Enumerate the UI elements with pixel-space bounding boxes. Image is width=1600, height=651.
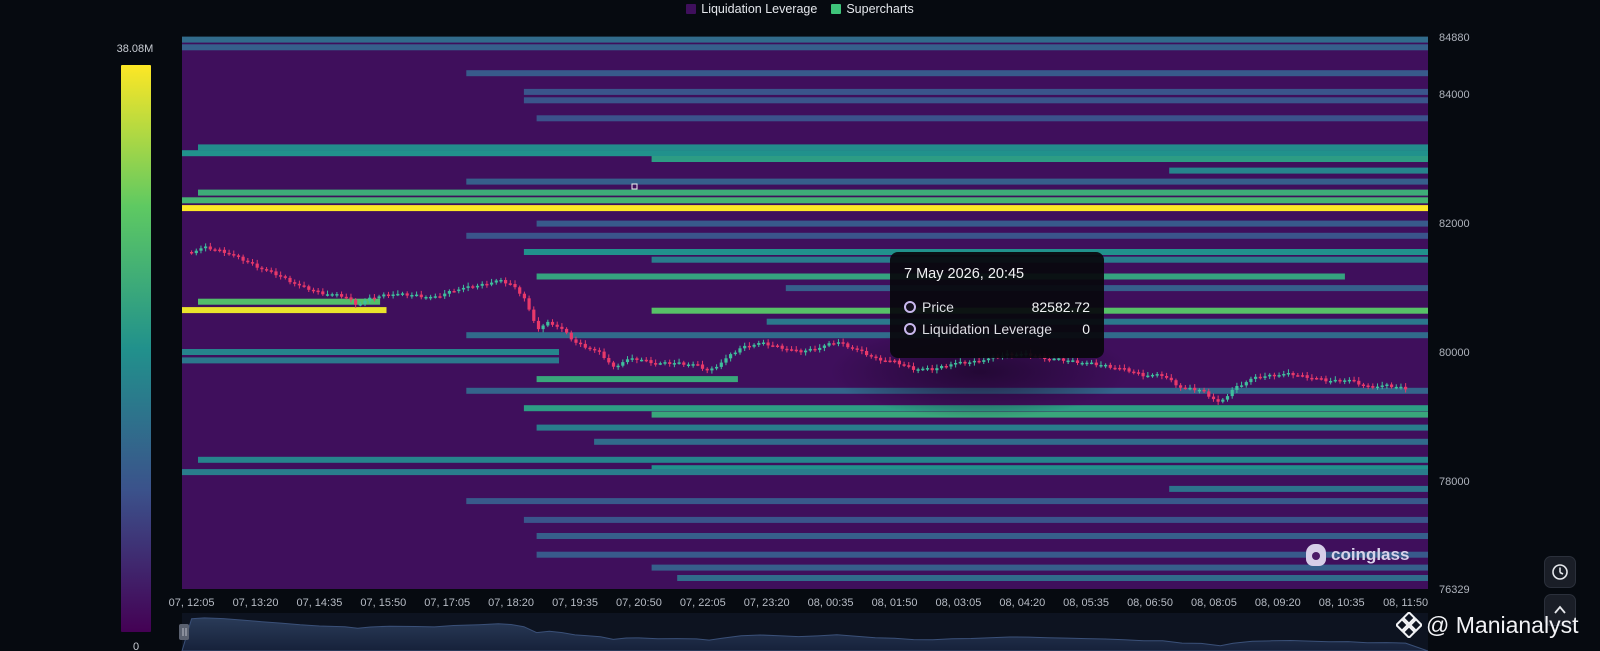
clock-reset-icon: [1552, 564, 1568, 580]
x-tick-label: 08, 09:20: [1255, 597, 1301, 609]
leverage-dot-icon: [904, 323, 916, 335]
x-tick-label: 07, 18:20: [488, 597, 534, 609]
heatmap-band: [182, 44, 1428, 51]
heatmap-band: [198, 456, 1428, 463]
x-tick-label: 07, 15:50: [360, 597, 406, 609]
x-tick-label: 08, 08:05: [1191, 597, 1237, 609]
price-dot-icon: [904, 301, 916, 313]
tooltip-price-label: Price: [922, 299, 954, 315]
y-tick-label: 78000: [1439, 476, 1470, 488]
tooltip-row-leverage: Liquidation Leverage 0: [904, 318, 1090, 340]
heatmap-band: [536, 424, 1428, 431]
x-tick-label: 08, 05:35: [1063, 597, 1109, 609]
binance-logo-icon: [1396, 612, 1422, 638]
tooltip-row-price: Price 82582.72: [904, 296, 1090, 318]
y-tick-label: 84000: [1439, 89, 1470, 101]
x-tick-label: 08, 04:20: [999, 597, 1045, 609]
heatmap-band: [182, 357, 559, 364]
heatmap-band: [182, 307, 387, 314]
watermark: @ Manianalyst: [1396, 610, 1578, 640]
heatmap-band: [785, 285, 1428, 292]
tooltip-leverage-value: 0: [1082, 321, 1090, 337]
x-tick-label: 07, 23:20: [744, 597, 790, 609]
x-tick-label: 08, 00:35: [808, 597, 854, 609]
tooltip-time: 7 May 2026, 20:45: [904, 266, 1025, 282]
heatmap-band: [198, 189, 1428, 196]
heatmap-band: [536, 115, 1428, 122]
heatmap-band: [536, 533, 1428, 539]
x-tick-label: 07, 20:50: [616, 597, 662, 609]
heatmap-band: [182, 469, 1428, 476]
reset-button[interactable]: [1544, 556, 1576, 588]
x-tick-label: 07, 13:20: [233, 597, 279, 609]
x-tick-label: 08, 01:50: [872, 597, 918, 609]
x-tick-label: 07, 14:35: [296, 597, 342, 609]
y-axis: 84880 84000 82000 80000 78000 76329: [1439, 32, 1470, 596]
heatmap-band: [523, 88, 1428, 95]
heatmap-band: [182, 205, 1428, 212]
x-tick-label: 08, 10:35: [1319, 597, 1365, 609]
colorbar: [121, 65, 151, 632]
x-tick-label: 07, 17:05: [424, 597, 470, 609]
heatmap-band: [466, 498, 1428, 505]
heatmap-band: [466, 70, 1428, 77]
heatmap-band: [466, 178, 1428, 185]
coinglass-brand: coinglass: [1306, 540, 1409, 570]
heatmap-band: [677, 575, 1428, 581]
heatmap-band: [466, 232, 1428, 239]
heatmap-band: [651, 156, 1428, 162]
heatmap-band: [523, 516, 1428, 523]
y-tick-label: 82000: [1439, 218, 1470, 230]
drag-handle-icon[interactable]: [179, 624, 189, 640]
heatmap-band: [182, 197, 1428, 204]
heatmap-band: [536, 220, 1428, 227]
x-tick-label: 07, 22:05: [680, 597, 726, 609]
heatmap-band: [536, 376, 738, 383]
coinglass-logo-icon: [1306, 544, 1326, 566]
tooltip-leverage-label: Liquidation Leverage: [922, 321, 1052, 337]
hover-tooltip: 7 May 2026, 20:45 Price 82582.72 Liquida…: [890, 252, 1104, 358]
x-axis: 07, 12:05 07, 13:20 07, 14:35 07, 15:50 07, …: [169, 597, 1428, 609]
brand-name: coinglass: [1331, 545, 1410, 564]
x-tick-label: 08, 06:50: [1127, 597, 1173, 609]
heatmap-band: [1169, 167, 1428, 174]
colorbar-min-label: 0: [133, 641, 139, 651]
colorbar-max-label: 38.08M: [117, 43, 154, 55]
x-tick-label: 08, 11:50: [1383, 597, 1428, 609]
heatmap-band: [182, 36, 1428, 43]
y-tick-label: 80000: [1439, 347, 1470, 359]
x-tick-label: 07, 12:05: [169, 597, 215, 609]
heatmap-band: [182, 349, 559, 355]
y-tick-label: 76329: [1439, 584, 1470, 596]
heatmap-band: [523, 97, 1428, 104]
liquidation-heatmap-app: Liquidation Leverage Supercharts 38.08M …: [0, 0, 1600, 651]
heatmap-band: [198, 144, 1428, 151]
y-tick-label: 84880: [1439, 32, 1470, 44]
watermark-text: @ Manianalyst: [1426, 611, 1579, 638]
heatmap-band: [594, 438, 1428, 445]
heatmap-band: [536, 551, 1428, 558]
tooltip-price-value: 82582.72: [1031, 299, 1090, 315]
heatmap-band: [198, 298, 381, 305]
x-tick-label: 07, 19:35: [552, 597, 598, 609]
heatmap-band: [1169, 485, 1428, 492]
x-tick-label: 08, 03:05: [935, 597, 981, 609]
heatmap-band: [182, 150, 1428, 157]
